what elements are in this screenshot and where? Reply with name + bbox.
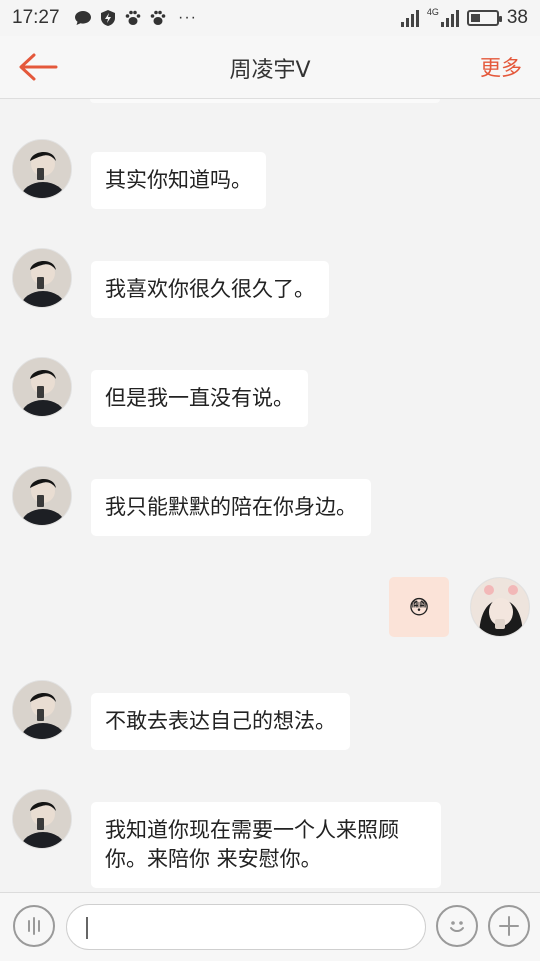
message-list[interactable]: 其实你知道吗。 我喜欢你很久很久了。 但是我一直没有说。 我只能默默的陪在你身边… bbox=[0, 99, 540, 892]
status-bar: 17:27 ··· 4G 38 bbox=[0, 0, 540, 36]
plus-icon bbox=[499, 916, 519, 936]
wifi-signal-icon bbox=[400, 9, 419, 27]
message-bubble[interactable]: 不敢去表达自己的想法。 bbox=[91, 693, 350, 750]
emoji-icon bbox=[450, 921, 464, 932]
cell-signal-icon bbox=[440, 9, 459, 27]
self-avatar[interactable] bbox=[470, 577, 530, 637]
more-button[interactable]: 更多 bbox=[480, 52, 522, 82]
message-bubble[interactable]: 我只能默默的陪在你身边。 bbox=[91, 479, 371, 536]
chat-bubble-icon bbox=[74, 9, 92, 27]
contact-avatar[interactable] bbox=[12, 680, 72, 740]
page-title: 周凌宇V bbox=[229, 58, 311, 83]
previous-message-edge bbox=[90, 99, 440, 103]
message-input[interactable] bbox=[66, 904, 426, 950]
battery-percent: 38 bbox=[506, 7, 528, 28]
network-type: 4G bbox=[426, 7, 439, 17]
paw-icon bbox=[124, 9, 142, 27]
emoji-message-bubble[interactable]: 😳 bbox=[389, 577, 449, 637]
battery-icon bbox=[466, 10, 502, 26]
overflow-dots: ··· bbox=[178, 9, 197, 26]
input-bar bbox=[0, 892, 540, 961]
voice-button[interactable] bbox=[13, 905, 55, 947]
shield-icon bbox=[99, 9, 117, 27]
chat-header: 周凌宇V 更多 bbox=[0, 36, 540, 99]
message-bubble[interactable]: 其实你知道吗。 bbox=[91, 152, 266, 209]
contact-avatar[interactable] bbox=[12, 466, 72, 526]
message-bubble[interactable]: 但是我一直没有说。 bbox=[91, 370, 308, 427]
text-caret bbox=[86, 917, 88, 939]
contact-avatar[interactable] bbox=[12, 139, 72, 199]
contact-avatar[interactable] bbox=[12, 357, 72, 417]
message-bubble[interactable]: 我知道你现在需要一个人来照顾你。来陪你 来安慰你。 bbox=[91, 802, 441, 888]
add-button[interactable] bbox=[488, 905, 530, 947]
status-time: 17:27 bbox=[12, 7, 60, 28]
message-bubble[interactable]: 我喜欢你很久很久了。 bbox=[91, 261, 329, 318]
paw-icon bbox=[149, 9, 167, 27]
contact-avatar[interactable] bbox=[12, 789, 72, 849]
voice-icon bbox=[28, 917, 40, 935]
emoji-button[interactable] bbox=[436, 905, 478, 947]
notification-icons: ··· bbox=[74, 9, 197, 27]
contact-avatar[interactable] bbox=[12, 248, 72, 308]
status-right: 4G 38 bbox=[400, 7, 528, 29]
